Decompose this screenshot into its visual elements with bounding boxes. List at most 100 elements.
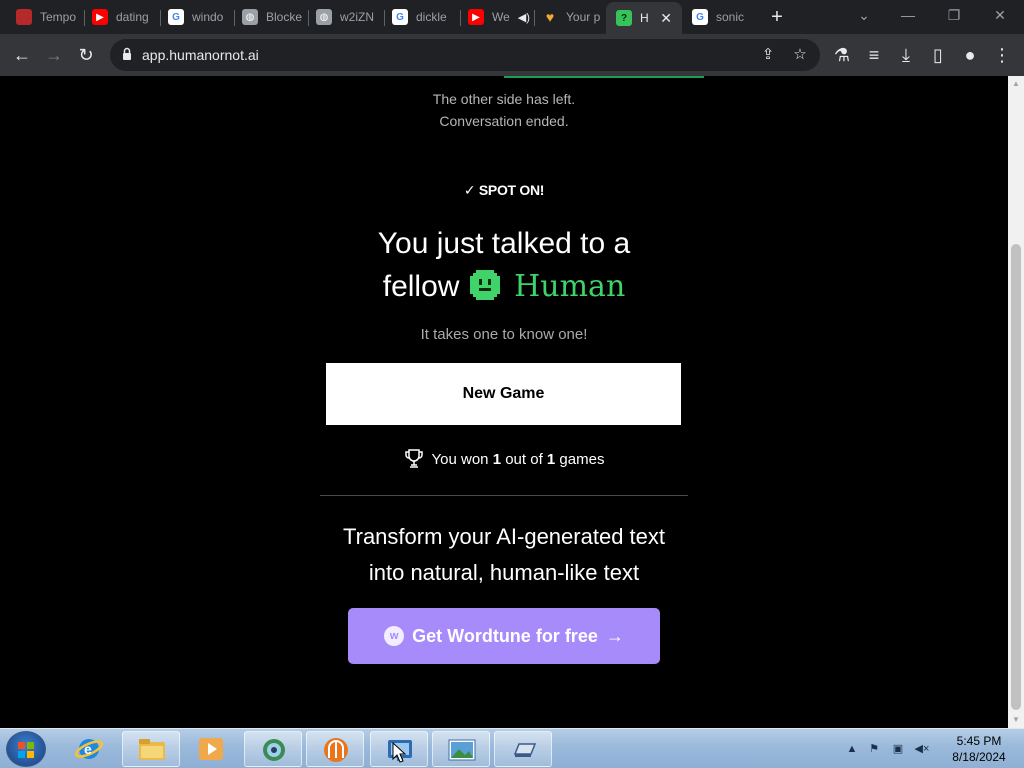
wordtune-label: Get Wordtune for free — [412, 625, 598, 646]
tab-search-icon[interactable]: ⌄ — [844, 4, 884, 26]
labs-flask-icon[interactable]: ⚗ — [830, 43, 854, 67]
globe-icon: ◍ — [316, 9, 332, 25]
page-scrollbar[interactable]: ▲ ▼ — [1008, 76, 1024, 728]
google-icon: G — [392, 9, 408, 25]
forward-button[interactable]: → — [42, 43, 66, 67]
taskbar-internet-explorer[interactable]: e — [60, 731, 118, 767]
section-divider — [320, 495, 688, 496]
taskbar-network-globe[interactable] — [244, 731, 302, 767]
progress-line — [504, 76, 704, 78]
media-player-icon — [199, 738, 223, 760]
get-wordtune-button[interactable]: w Get Wordtune for free → — [348, 608, 660, 664]
tab-title: Tempo — [40, 10, 77, 24]
taskbar-orange-app[interactable] — [306, 731, 364, 767]
trophy-icon — [404, 449, 423, 468]
google-icon: G — [692, 9, 708, 25]
result-headline: You just talked to a fellow Human — [0, 222, 1008, 308]
games-won-text: You won 1 out of 1 games — [431, 450, 605, 468]
youtube-icon: ▶ — [92, 9, 108, 25]
share-icon[interactable]: ⇪ — [758, 45, 778, 65]
svg-text:e: e — [84, 741, 92, 757]
tab-title: dickle — [416, 10, 447, 24]
headline-fellow: fellow — [382, 270, 460, 303]
menu-kebab-icon[interactable]: ⋮ — [990, 43, 1014, 67]
games-won-summary: You won 1 out of 1 games — [0, 448, 1008, 470]
tab-w2izn[interactable]: ◍ w2iZN — [306, 4, 382, 30]
minimize-button[interactable]: — — [888, 4, 928, 26]
back-button[interactable]: ← — [10, 43, 34, 67]
tab-windows[interactable]: G windo — [158, 4, 232, 30]
wordtune-logo-icon: w — [384, 626, 405, 646]
tab-tempo[interactable]: Tempo — [6, 4, 82, 30]
restore-button[interactable]: ❐ — [934, 4, 974, 26]
human-face-icon — [469, 270, 500, 300]
scroll-thumb[interactable] — [1011, 244, 1021, 710]
side-panel-icon[interactable]: ▯ — [926, 43, 950, 67]
close-tab-icon[interactable]: ✕ — [660, 10, 672, 27]
url-text: app.humanornot.ai — [142, 47, 259, 63]
tab-blocked[interactable]: ◍ Blocke — [232, 4, 306, 30]
tab-sonic[interactable]: G sonic — [682, 4, 758, 30]
arrow-right-icon: → — [605, 625, 624, 646]
mouse-cursor-icon — [392, 742, 406, 763]
heart-icon: ♥ — [545, 9, 555, 25]
google-icon: G — [168, 9, 184, 25]
profile-icon[interactable]: ● — [958, 43, 982, 67]
system-tray: ▲ ⚑ ▣ ◀× 5:45 PM 8/18/2024 — [840, 729, 1024, 768]
globe-icon: ◍ — [242, 9, 258, 25]
tab-title: We — [492, 10, 510, 24]
taskbar-media-player[interactable] — [182, 731, 240, 767]
tab-title: Blocke — [266, 10, 303, 24]
tab-title: w2iZN — [340, 10, 375, 24]
action-center-flag-icon[interactable]: ⚑ — [866, 741, 882, 757]
file-explorer-icon — [139, 739, 165, 760]
tab-strip: Tempo ▶ dating G windo ◍ Blocke ◍ w2iZN … — [0, 0, 1024, 34]
taskbar-drive[interactable] — [494, 731, 552, 767]
start-button[interactable] — [6, 731, 46, 767]
network-icon[interactable]: ▣ — [890, 741, 906, 757]
drive-icon — [513, 743, 537, 757]
show-hidden-icons-icon[interactable]: ▲ — [844, 741, 860, 757]
network-globe-icon — [263, 739, 285, 761]
scroll-down-arrow-icon[interactable]: ▼ — [1008, 712, 1024, 728]
taskbar-photo-viewer[interactable] — [432, 731, 490, 767]
address-bar[interactable]: app.humanornot.ai ⇪ ☆ — [110, 39, 820, 71]
tab-your-p[interactable]: ♥ Your p — [532, 4, 606, 30]
photo-viewer-icon — [448, 739, 476, 761]
tab-dickle[interactable]: G dickle — [382, 4, 458, 30]
windows-taskbar: e ▲ ⚑ ▣ ◀× 5:45 PM 8/18/2024 — [0, 728, 1024, 768]
spot-on-label: ✓ SPOT ON! — [0, 182, 1008, 199]
internet-explorer-icon: e — [74, 739, 104, 759]
screen: Tempo ▶ dating G windo ◍ Blocke ◍ w2iZN … — [0, 0, 1024, 768]
speaker-icon[interactable]: ◀) — [518, 11, 530, 24]
promo-line-1: Transform your AI-generated text — [343, 524, 665, 549]
volume-muted-icon[interactable]: ◀× — [914, 741, 930, 757]
tab-we[interactable]: ▶ We ◀) — [458, 4, 532, 30]
page-viewport: The other side has left. Conversation en… — [0, 76, 1008, 728]
tab-title: Your p — [566, 10, 601, 24]
close-window-button[interactable]: ✕ — [980, 4, 1020, 26]
wordtune-promo-text: Transform your AI-generated text into na… — [0, 519, 1008, 591]
browser-toolbar: ← → ↻ app.humanornot.ai ⇪ ☆ ⚗ ≡ ⤓ ▯ ● ⋮ — [0, 34, 1024, 76]
scroll-up-arrow-icon[interactable]: ▲ — [1008, 76, 1024, 92]
tab-title: windo — [192, 10, 224, 24]
spot-on-text: SPOT ON! — [478, 182, 545, 198]
tab-dating[interactable]: ▶ dating — [82, 4, 158, 30]
new-game-button[interactable]: New Game — [326, 363, 681, 425]
left-line-1: The other side has left. — [432, 91, 576, 107]
new-tab-button[interactable]: + — [766, 6, 788, 28]
clock-date: 8/18/2024 — [952, 750, 1006, 764]
bookmark-star-icon[interactable]: ☆ — [790, 45, 810, 65]
promo-line-2: into natural, human-like text — [368, 560, 640, 585]
clock-time: 5:45 PM — [956, 734, 1002, 748]
conversation-ended-message: The other side has left. Conversation en… — [0, 88, 1008, 132]
tab-humanornot[interactable]: ? H ✕ — [606, 2, 682, 34]
system-clock[interactable]: 5:45 PM 8/18/2024 — [944, 733, 1014, 765]
headline-line-1: You just talked to a — [377, 227, 631, 260]
download-icon[interactable]: ⤓ — [894, 43, 918, 67]
reload-button[interactable]: ↻ — [74, 43, 98, 67]
media-queue-icon[interactable]: ≡ — [862, 43, 886, 67]
headline-line-2: fellow Human — [0, 265, 1008, 308]
taskbar-file-explorer[interactable] — [122, 731, 180, 767]
checkmark-icon: ✓ — [463, 182, 476, 198]
